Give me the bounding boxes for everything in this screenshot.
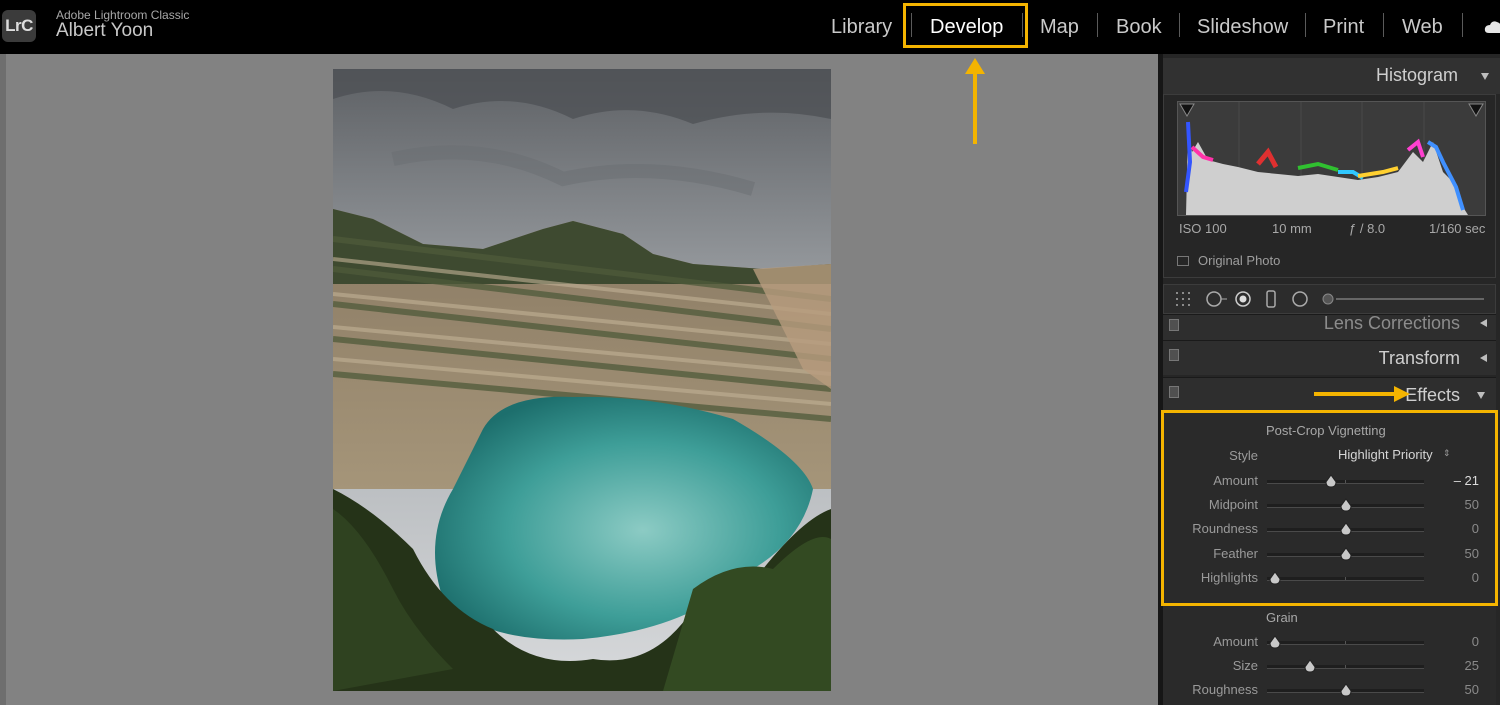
grain-size-thumb[interactable]	[1304, 659, 1316, 673]
grain-roughness-value[interactable]: 50	[1419, 682, 1479, 697]
vignetting-highlight-box	[1161, 410, 1498, 606]
grain-title: Grain	[1266, 610, 1298, 625]
iso-info: ISO 100	[1179, 221, 1227, 236]
grain-roughness-label: Roughness	[1192, 682, 1258, 698]
aperture-info: ƒ / 8.0	[1349, 221, 1386, 236]
expand-triangle-icon	[1480, 354, 1487, 362]
top-bar: LrC Adobe Lightroom Classic Albert Yoon …	[0, 0, 1500, 54]
module-book[interactable]: Book	[1116, 14, 1162, 40]
cloud-icon[interactable]	[1484, 20, 1500, 34]
module-library[interactable]: Library	[831, 14, 892, 40]
grain-amount-thumb[interactable]	[1269, 635, 1281, 649]
grain-amount-value[interactable]: 0	[1419, 634, 1479, 649]
module-separator	[1305, 13, 1306, 37]
develop-pointer-arrow	[965, 58, 985, 144]
module-slideshow[interactable]: Slideshow	[1197, 14, 1288, 40]
module-separator	[1097, 13, 1098, 37]
module-web[interactable]: Web	[1402, 14, 1443, 40]
panel-lens-corrections[interactable]: Lens Corrections	[1163, 314, 1496, 341]
transform-title: Transform	[1378, 348, 1460, 368]
grain-size-label: Size	[1232, 658, 1258, 674]
slider-center-tick	[1345, 641, 1346, 644]
original-photo-checkbox[interactable]	[1177, 256, 1189, 266]
panel-toggle-icon[interactable]	[1169, 349, 1179, 361]
original-photo-label: Original Photo	[1198, 253, 1281, 268]
effects-pointer-arrow	[1314, 386, 1410, 402]
slider-center-tick	[1345, 665, 1346, 669]
grain-size-value[interactable]: 25	[1419, 658, 1479, 673]
panel-transform[interactable]: Transform	[1163, 340, 1496, 375]
histogram-header[interactable]: Histogram	[1163, 58, 1500, 94]
develop-highlight-box	[903, 3, 1028, 48]
panel-toggle-icon[interactable]	[1169, 319, 1179, 331]
panel-toggle-icon[interactable]	[1169, 386, 1179, 398]
collapse-triangle-icon	[1481, 73, 1489, 80]
histogram-graph[interactable]	[1177, 101, 1486, 216]
masking-icon[interactable]	[1291, 290, 1309, 308]
tool-strip	[1163, 284, 1496, 314]
lens-corrections-title: Lens Corrections	[1323, 314, 1460, 333]
grain-roughness-thumb[interactable]	[1339, 683, 1352, 697]
effects-title: Effects	[1405, 385, 1460, 405]
grain-amount-label: Amount	[1213, 634, 1258, 649]
module-map[interactable]: Map	[1040, 14, 1079, 40]
collapse-triangle-icon	[1477, 392, 1485, 399]
module-separator	[1383, 13, 1384, 37]
spot-removal-icon[interactable]	[1204, 290, 1228, 308]
module-separator	[1179, 13, 1180, 37]
lightroom-logo: LrC	[2, 10, 36, 42]
graduated-filter-icon[interactable]	[1264, 290, 1278, 308]
module-separator	[1462, 13, 1463, 37]
expand-triangle-icon	[1480, 319, 1487, 327]
histogram-title: Histogram	[1375, 65, 1458, 85]
focal-length-info: 10 mm	[1272, 221, 1312, 236]
quarry-lake-photo	[333, 69, 831, 691]
grid-icon[interactable]	[1174, 290, 1192, 308]
exposure-slider-icon[interactable]	[1322, 293, 1487, 305]
red-eye-icon[interactable]	[1234, 290, 1252, 308]
canvas-edge	[0, 54, 6, 705]
module-print[interactable]: Print	[1323, 14, 1364, 40]
user-name[interactable]: Albert Yoon	[56, 20, 153, 42]
shutter-info: 1/160 sec	[1429, 221, 1486, 236]
